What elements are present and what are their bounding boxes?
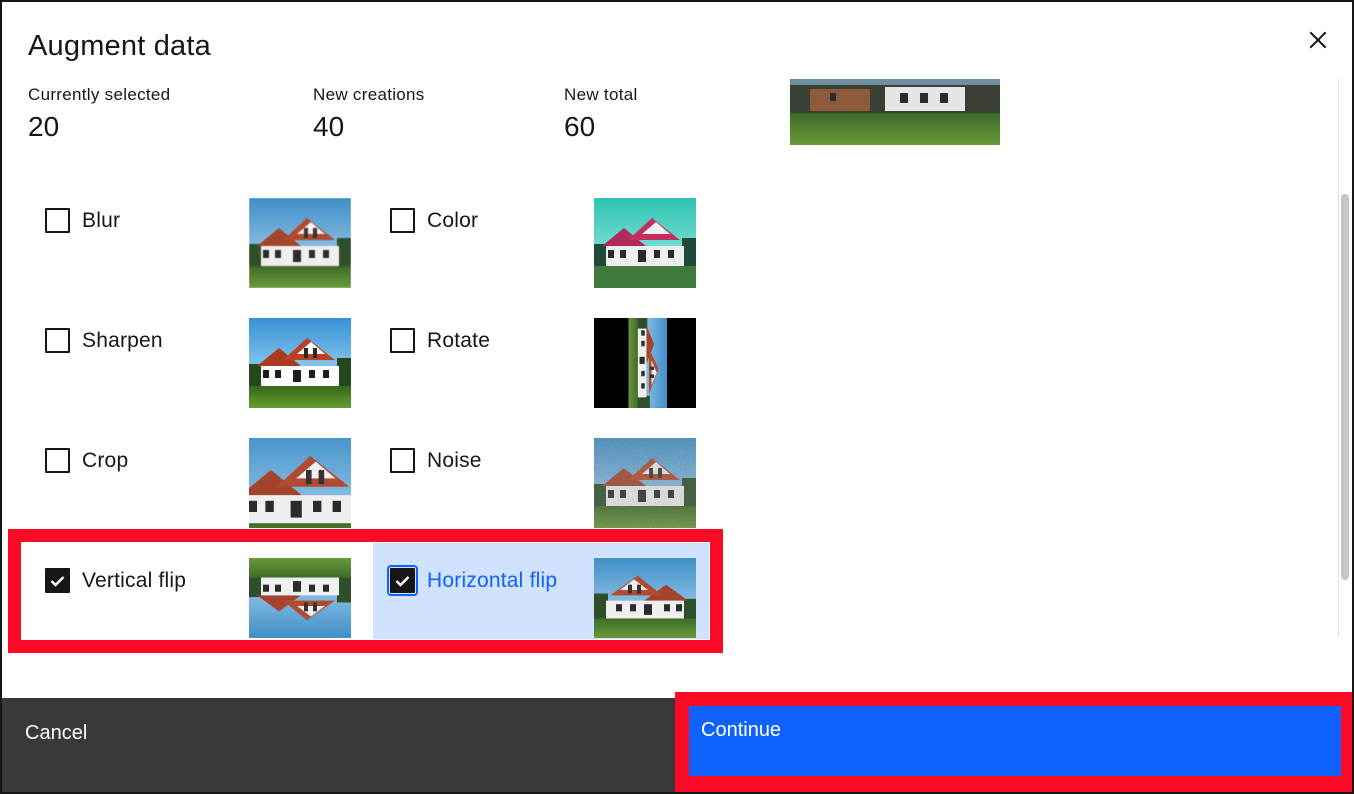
preview-image	[790, 79, 1000, 145]
rotate-preview-thumbnail	[594, 318, 696, 408]
option-label: Vertical flip	[82, 568, 187, 592]
color-checkbox[interactable]	[390, 208, 415, 233]
crop-preview-thumbnail	[249, 438, 351, 528]
option-label: Rotate	[427, 328, 491, 352]
continue-button-highlight-box: Continue	[675, 692, 1352, 792]
close-icon	[1309, 31, 1327, 49]
stat-label: Currently selected	[28, 85, 171, 104]
close-button[interactable]	[1302, 24, 1334, 56]
continue-button[interactable]: Continue	[689, 706, 1341, 776]
option-label: Sharpen	[82, 328, 163, 352]
option-blur[interactable]: Blur	[45, 208, 120, 233]
option-vertical-flip[interactable]: Vertical flip	[45, 568, 186, 593]
option-label: Color	[427, 208, 479, 232]
option-label: Horizontal flip	[427, 568, 558, 592]
sharpen-checkbox[interactable]	[45, 328, 70, 353]
checkmark-icon	[395, 575, 410, 587]
cancel-button[interactable]: Cancel	[2, 698, 675, 792]
option-rotate[interactable]: Rotate	[390, 328, 490, 353]
option-noise[interactable]: Noise	[390, 448, 482, 473]
modal-footer: Cancel Continue	[2, 692, 1352, 792]
option-crop[interactable]: Crop	[45, 448, 128, 473]
stat-new-total: New total 60	[564, 85, 638, 143]
option-sharpen[interactable]: Sharpen	[45, 328, 163, 353]
stat-label: New creations	[313, 85, 425, 104]
stat-new-creations: New creations 40	[313, 85, 425, 143]
blur-checkbox[interactable]	[45, 208, 70, 233]
option-horizontal-flip[interactable]: Horizontal flip	[387, 565, 558, 596]
rotate-checkbox[interactable]	[390, 328, 415, 353]
modal-title: Augment data	[28, 30, 211, 62]
stat-value: 40	[313, 111, 345, 142]
horizontal-flip-preview-thumbnail	[594, 558, 696, 638]
crop-checkbox[interactable]	[45, 448, 70, 473]
noise-preview-thumbnail	[594, 438, 696, 528]
augment-data-modal: Augment data Currently selected 20 New c…	[0, 0, 1354, 794]
scrollbar-thumb[interactable]	[1341, 194, 1349, 580]
scrollbar-track	[1338, 79, 1339, 636]
vertical-flip-checkbox[interactable]	[45, 568, 70, 593]
option-color[interactable]: Color	[390, 208, 478, 233]
option-label: Blur	[82, 208, 121, 232]
stat-label: New total	[564, 85, 638, 104]
option-label: Crop	[82, 448, 129, 472]
stat-currently-selected: Currently selected 20	[28, 85, 170, 143]
stat-value: 60	[564, 111, 596, 142]
noise-checkbox[interactable]	[390, 448, 415, 473]
blur-preview-thumbnail	[249, 198, 351, 288]
vertical-flip-preview-thumbnail	[249, 558, 351, 638]
stat-value: 20	[28, 111, 60, 142]
horizontal-flip-checkbox[interactable]	[387, 565, 418, 596]
checkmark-icon	[50, 575, 65, 587]
color-preview-thumbnail	[594, 198, 696, 288]
sharpen-preview-thumbnail	[249, 318, 351, 408]
option-label: Noise	[427, 448, 482, 472]
